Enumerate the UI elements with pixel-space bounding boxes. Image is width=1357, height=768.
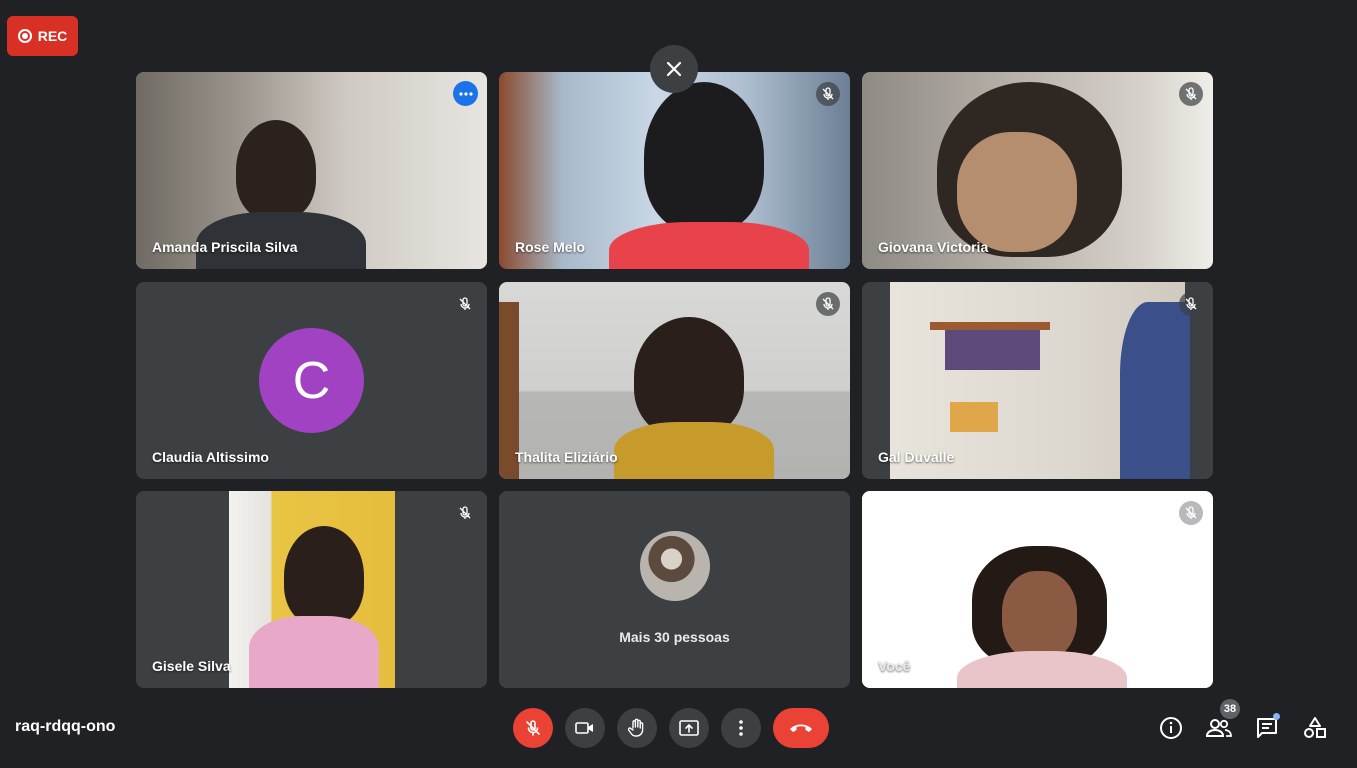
- participant-tile[interactable]: Gisele Silva: [136, 491, 487, 688]
- microphone-toggle-button[interactable]: [513, 708, 553, 748]
- people-icon: [1206, 719, 1232, 737]
- camera-toggle-button[interactable]: [565, 708, 605, 748]
- participant-tile[interactable]: Thalita Eliziário: [499, 282, 850, 479]
- muted-indicator: [816, 292, 840, 316]
- more-people-label: Mais 30 pessoas: [619, 629, 730, 645]
- participant-tile[interactable]: Amanda Priscila Silva: [136, 72, 487, 269]
- avatar: C: [259, 328, 364, 433]
- mic-off-icon: [1185, 506, 1197, 519]
- avatar-initial: C: [292, 351, 331, 410]
- participant-name: Você: [878, 658, 911, 674]
- participant-name: Gisele Silva: [152, 658, 231, 674]
- more-vertical-icon: [739, 720, 743, 736]
- activities-button[interactable]: [1300, 713, 1330, 743]
- info-icon: [1160, 717, 1182, 739]
- chat-icon: [1257, 718, 1277, 738]
- more-options-button[interactable]: [453, 81, 478, 106]
- muted-indicator: [1179, 501, 1203, 525]
- participant-name: Claudia Altissimo: [152, 449, 269, 465]
- participants-count-badge: 38: [1220, 699, 1240, 719]
- mic-off-icon: [526, 720, 540, 736]
- meeting-code: raq-rdqq-ono: [15, 718, 116, 735]
- video-camera-icon: [575, 722, 593, 734]
- leave-call-button[interactable]: [773, 708, 829, 748]
- present-screen-icon: [679, 720, 699, 736]
- participant-tile[interactable]: Rose Melo: [499, 72, 850, 269]
- participant-tile[interactable]: Giovana Victoria: [862, 72, 1213, 269]
- muted-indicator: [453, 292, 477, 316]
- participant-name: Giovana Victoria: [878, 239, 989, 255]
- more-participants-tile[interactable]: Mais 30 pessoas: [499, 491, 850, 688]
- close-button[interactable]: [650, 45, 698, 93]
- close-icon: [666, 61, 682, 77]
- muted-indicator: [816, 82, 840, 106]
- present-screen-button[interactable]: [669, 708, 709, 748]
- record-icon: [17, 29, 32, 43]
- participant-tile[interactable]: C Claudia Altissimo: [136, 282, 487, 479]
- participant-tile[interactable]: Gal Duvalle: [862, 282, 1213, 479]
- raise-hand-button[interactable]: [617, 708, 657, 748]
- muted-indicator: [453, 501, 477, 525]
- participant-video: [229, 491, 395, 688]
- chat-notification-dot: [1273, 713, 1280, 720]
- participant-name: Amanda Priscila Silva: [152, 239, 298, 255]
- mic-off-icon: [822, 87, 834, 100]
- shapes-icon: [1304, 717, 1326, 738]
- muted-indicator: [1179, 82, 1203, 106]
- participant-name: Rose Melo: [515, 239, 586, 255]
- self-video: [862, 491, 1213, 688]
- meeting-details-button[interactable]: [1156, 713, 1186, 743]
- hand-icon: [628, 718, 644, 737]
- mic-off-icon: [1185, 297, 1197, 310]
- participant-name: Gal Duvalle: [878, 449, 955, 465]
- more-horizontal-icon: [458, 91, 473, 96]
- recording-indicator[interactable]: REC: [7, 16, 78, 56]
- participant-name: Thalita Eliziário: [515, 449, 618, 465]
- avatar: [639, 531, 710, 601]
- self-view-tile[interactable]: Você: [862, 491, 1213, 688]
- mic-off-icon: [459, 297, 471, 310]
- muted-indicator: [1179, 292, 1203, 316]
- phone-hangup-icon: [790, 724, 812, 732]
- mic-off-icon: [822, 297, 834, 310]
- more-options-button[interactable]: [721, 708, 761, 748]
- mic-off-icon: [1185, 87, 1197, 100]
- recording-label: REC: [37, 28, 68, 44]
- mic-off-icon: [459, 506, 471, 519]
